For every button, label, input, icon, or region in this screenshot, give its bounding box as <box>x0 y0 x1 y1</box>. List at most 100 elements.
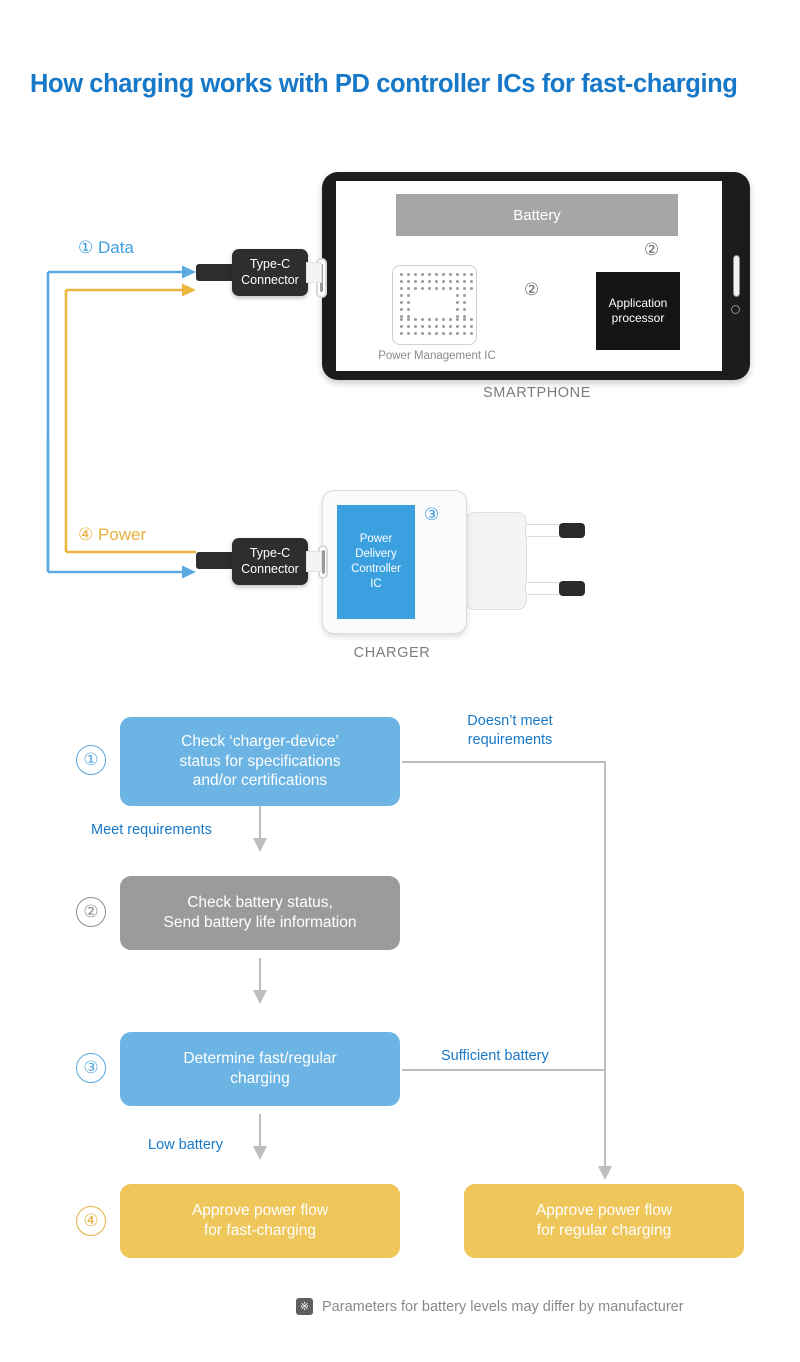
flow-step-1-box[interactable]: Check ‘charger-device’ status for specif… <box>120 717 400 806</box>
pd-line-2: Delivery <box>355 548 397 561</box>
application-processor-label: Application processor <box>609 296 668 325</box>
chip-pad <box>441 325 446 329</box>
chip-pad <box>413 287 418 291</box>
chip-pad <box>448 332 453 336</box>
chip-pad <box>413 318 418 322</box>
chip-pad <box>427 287 432 291</box>
pd-controller-ic-block: Power Delivery Controller IC <box>337 505 415 619</box>
chip-pad <box>462 332 467 336</box>
pd-line-3: Controller <box>351 563 401 575</box>
chip-pad <box>434 280 439 284</box>
step4-line-2: for fast-charging <box>204 1222 316 1239</box>
smartphone-caption: SMARTPHONE <box>482 385 592 401</box>
prong-upper-tip <box>559 523 585 538</box>
chip-pad <box>463 307 467 312</box>
chip-pad <box>462 287 467 291</box>
chip-pad <box>469 318 474 322</box>
flow-step-3-label: Determine fast/regular charging <box>183 1049 336 1089</box>
type-c-connector-phone: Type-C Connector <box>232 249 308 296</box>
step3-line-2: charging <box>230 1070 290 1087</box>
chip-pad <box>463 294 467 298</box>
chip-pad <box>441 318 446 322</box>
step2-line-2: Send battery life information <box>163 914 357 931</box>
chip-pad <box>456 307 460 312</box>
chip-pad <box>407 307 411 312</box>
chip-pad <box>427 280 432 284</box>
flow-step-2-label: Check battery status, Send battery life … <box>164 893 357 933</box>
step-number-2: ② <box>76 897 106 927</box>
chip-pad <box>400 314 404 319</box>
flow-step-4-label: Approve power flow for fast-charging <box>192 1201 328 1241</box>
flow-step-1-label: Check ‘charger-device’ status for specif… <box>179 732 340 791</box>
chip-pad <box>448 325 453 329</box>
chip-pad <box>420 280 425 284</box>
marker-pmic-ap: ② <box>524 280 540 299</box>
chip-pad <box>427 318 432 322</box>
chip-pad <box>427 325 432 329</box>
ap-line-2: processor <box>611 311 665 325</box>
chip-pad <box>462 318 467 322</box>
chip-pad <box>434 325 439 329</box>
chip-pad <box>406 280 411 284</box>
edge-label-sufficient-battery: Sufficient battery <box>441 1048 549 1064</box>
flow-step-4-box[interactable]: Approve power flow for fast-charging <box>120 1184 400 1258</box>
chip-pad <box>441 287 446 291</box>
type-c-connector-charger-label: Type-C Connector <box>241 546 299 577</box>
typec-top-line-1: Type-C <box>249 257 291 272</box>
step4-line-1: Approve power flow <box>191 1202 329 1220</box>
data-flow-label: ① Data <box>78 238 134 257</box>
marker-pd-controller: ③ <box>424 505 440 524</box>
chip-pad <box>406 318 411 322</box>
chip-pad <box>407 314 411 319</box>
chip-pad <box>434 287 439 291</box>
application-processor-block: Application processor <box>596 272 680 350</box>
chip-pad <box>462 273 467 277</box>
flow-regular-charging-box[interactable]: Approve power flow for regular charging <box>464 1184 744 1258</box>
marker-ap-battery: ② <box>644 240 660 259</box>
doesnt-meet-line-1: Doesn’t meet <box>467 713 553 729</box>
pd-line-1: Power <box>359 533 393 546</box>
chip-pad <box>407 300 411 305</box>
power-flow-label: ④ Power <box>78 525 147 544</box>
speaker-slot-icon <box>733 255 740 297</box>
chip-pad <box>469 332 474 336</box>
prong-lower-tip <box>559 581 585 596</box>
typec-bottom-line-1: Type-C <box>249 546 291 561</box>
charger-caption: CHARGER <box>353 645 431 661</box>
chip-pad <box>441 273 446 277</box>
step1-line-3: and/or certifications <box>192 772 328 790</box>
step1-line-1: Check ‘charger-device’ <box>181 732 339 750</box>
chip-pad <box>434 318 439 322</box>
typec-bottom-line-2: Connector <box>241 561 299 576</box>
type-c-connector-charger: Type-C Connector <box>232 538 308 585</box>
flow-regular-charging-label: Approve power flow for regular charging <box>536 1201 672 1241</box>
infographic-root: How charging works with PD controller IC… <box>0 0 800 1362</box>
step1-line-2: status for specifications <box>179 752 341 770</box>
chip-pad <box>413 280 418 284</box>
battery-label: Battery <box>513 206 561 224</box>
pd-line-4: IC <box>370 577 382 590</box>
chip-pad <box>462 325 467 329</box>
footnote-text: Parameters for battery levels may differ… <box>322 1298 684 1315</box>
chip-pad <box>400 287 404 291</box>
type-c-connector-phone-label: Type-C Connector <box>241 257 299 288</box>
flow-step-3-box[interactable]: Determine fast/regular charging <box>120 1032 400 1106</box>
chip-pad <box>400 325 404 329</box>
chip-pad <box>427 273 432 277</box>
pd-controller-ic-label: Power Delivery Controller IC <box>351 532 401 592</box>
flow-step-2-box[interactable]: Check battery status, Send battery life … <box>120 876 400 950</box>
chip-pad <box>456 294 460 298</box>
chip-pad <box>400 280 404 284</box>
typec-neck-top <box>306 262 322 283</box>
regular-line-2: for regular charging <box>536 1222 672 1239</box>
chip-pad <box>427 332 432 336</box>
power-management-ic-chip <box>392 265 477 345</box>
edge-label-doesnt-meet-requirements: Doesn’t meet requirements <box>440 712 580 750</box>
chip-pad <box>420 332 425 336</box>
step-number-1: ① <box>76 745 106 775</box>
step2-line-1: Check battery status, <box>187 894 333 912</box>
camera-icon <box>731 305 740 314</box>
chip-pad <box>420 318 425 322</box>
chip-pad <box>407 294 411 298</box>
chip-pad <box>456 300 460 305</box>
